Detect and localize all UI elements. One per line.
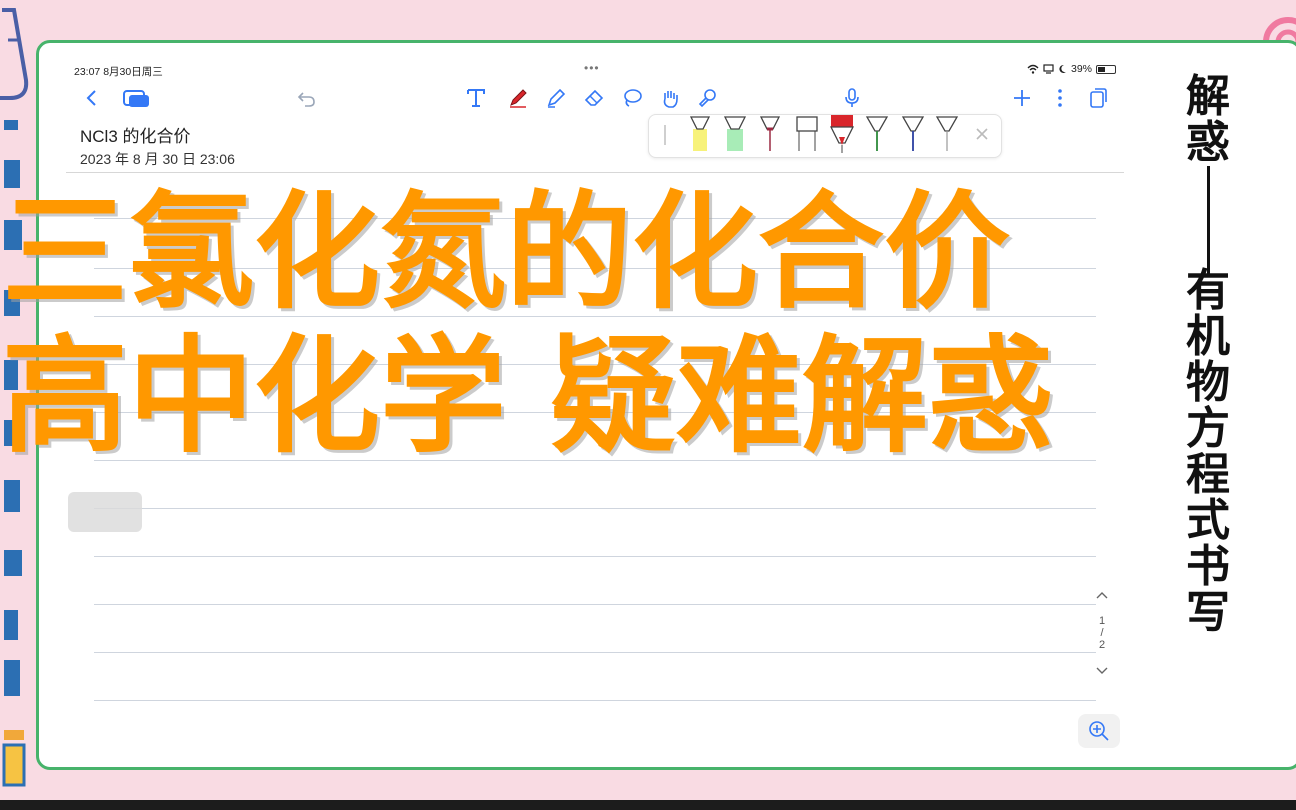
note-header: NCl3 的化合价 2023 年 8 月 30 日 23:06 [80,122,235,169]
ruled-line [94,556,1096,557]
side-title-char: 机 [1186,311,1230,362]
side-title-char: 解 [1186,71,1230,122]
microphone-icon[interactable] [840,86,864,110]
pages-icon[interactable] [122,86,152,110]
side-title-char: 式 [1186,495,1230,546]
pen-tool-icon[interactable] [506,86,530,110]
zoom-in-button[interactable] [1078,714,1120,748]
overlay-title-line2: 高中化学 疑难解惑 [2,323,1054,470]
chevron-down-icon[interactable] [1088,663,1116,679]
moon-icon [1059,64,1066,73]
battery-percent: 39% [1070,63,1092,75]
side-title-char: 方 [1186,403,1230,454]
wifi-icon [1027,64,1039,74]
pen-palette [648,114,1002,158]
close-icon[interactable] [976,128,988,140]
text-tool-icon[interactable] [464,86,488,110]
yellow-highlighter[interactable] [689,116,711,151]
undo-icon[interactable] [294,86,318,110]
side-title-divider [1206,166,1210,274]
highlighter-tool-icon[interactable] [544,86,568,110]
multitask-dots[interactable]: ••• [584,61,600,75]
blue-pen[interactable] [901,116,925,151]
hand-tool-icon[interactable] [658,86,682,110]
gray-pen[interactable] [935,116,959,151]
green-pen[interactable] [865,116,889,151]
note-title[interactable]: NCl3 的化合价 [80,122,235,147]
green-highlighter[interactable] [723,116,747,151]
copy-icon[interactable] [1086,86,1110,110]
status-time: 23:07 8月30日周三 [74,66,163,78]
bottom-bar [0,800,1296,810]
page-indicator: 1 / 2 [1088,587,1116,679]
eraser-tool-icon[interactable] [582,86,606,110]
status-bar: 23:07 8月30日周三 ••• 39% [66,60,1124,80]
lasso-tool-icon[interactable] [620,86,644,110]
red-pen-active[interactable] [829,115,855,153]
more-icon[interactable] [1048,86,1072,110]
side-title-char: 书 [1186,541,1230,592]
screen-mirror-icon [1043,64,1054,74]
side-title-char: 物 [1186,357,1230,408]
side-title-char: 写 [1186,587,1230,638]
page-separator: / [1100,627,1104,639]
ruled-line [94,652,1096,653]
add-icon[interactable] [1010,86,1034,110]
ruled-line [94,700,1096,701]
white-pen[interactable] [796,116,818,151]
zoom-in-icon [1089,721,1109,741]
status-indicators: 39% [1027,63,1116,75]
toolbar [66,80,1124,116]
side-title-char: 惑 [1186,117,1230,168]
side-title: 解 惑 有 机 物 方 程 式 书 写 [1178,74,1238,636]
overlay-title-line1: 三氯化氮的化合价 [2,179,1010,326]
page-total: 2 [1098,639,1106,651]
ruled-line [94,508,1096,509]
brown-pen[interactable] [759,116,781,151]
ruled-line [94,604,1096,605]
battery-icon [1096,64,1116,74]
page-current: 1 [1098,615,1106,627]
floating-thumbnail[interactable] [68,492,142,532]
back-icon[interactable] [80,86,104,110]
note-date: 2023 年 8 月 30 日 23:06 [80,151,235,167]
side-title-char: 有 [1186,265,1230,316]
shapes-tool-icon[interactable] [696,86,720,110]
side-title-char: 程 [1186,449,1230,500]
header-divider [66,172,1124,173]
chevron-up-icon[interactable] [1088,587,1116,603]
